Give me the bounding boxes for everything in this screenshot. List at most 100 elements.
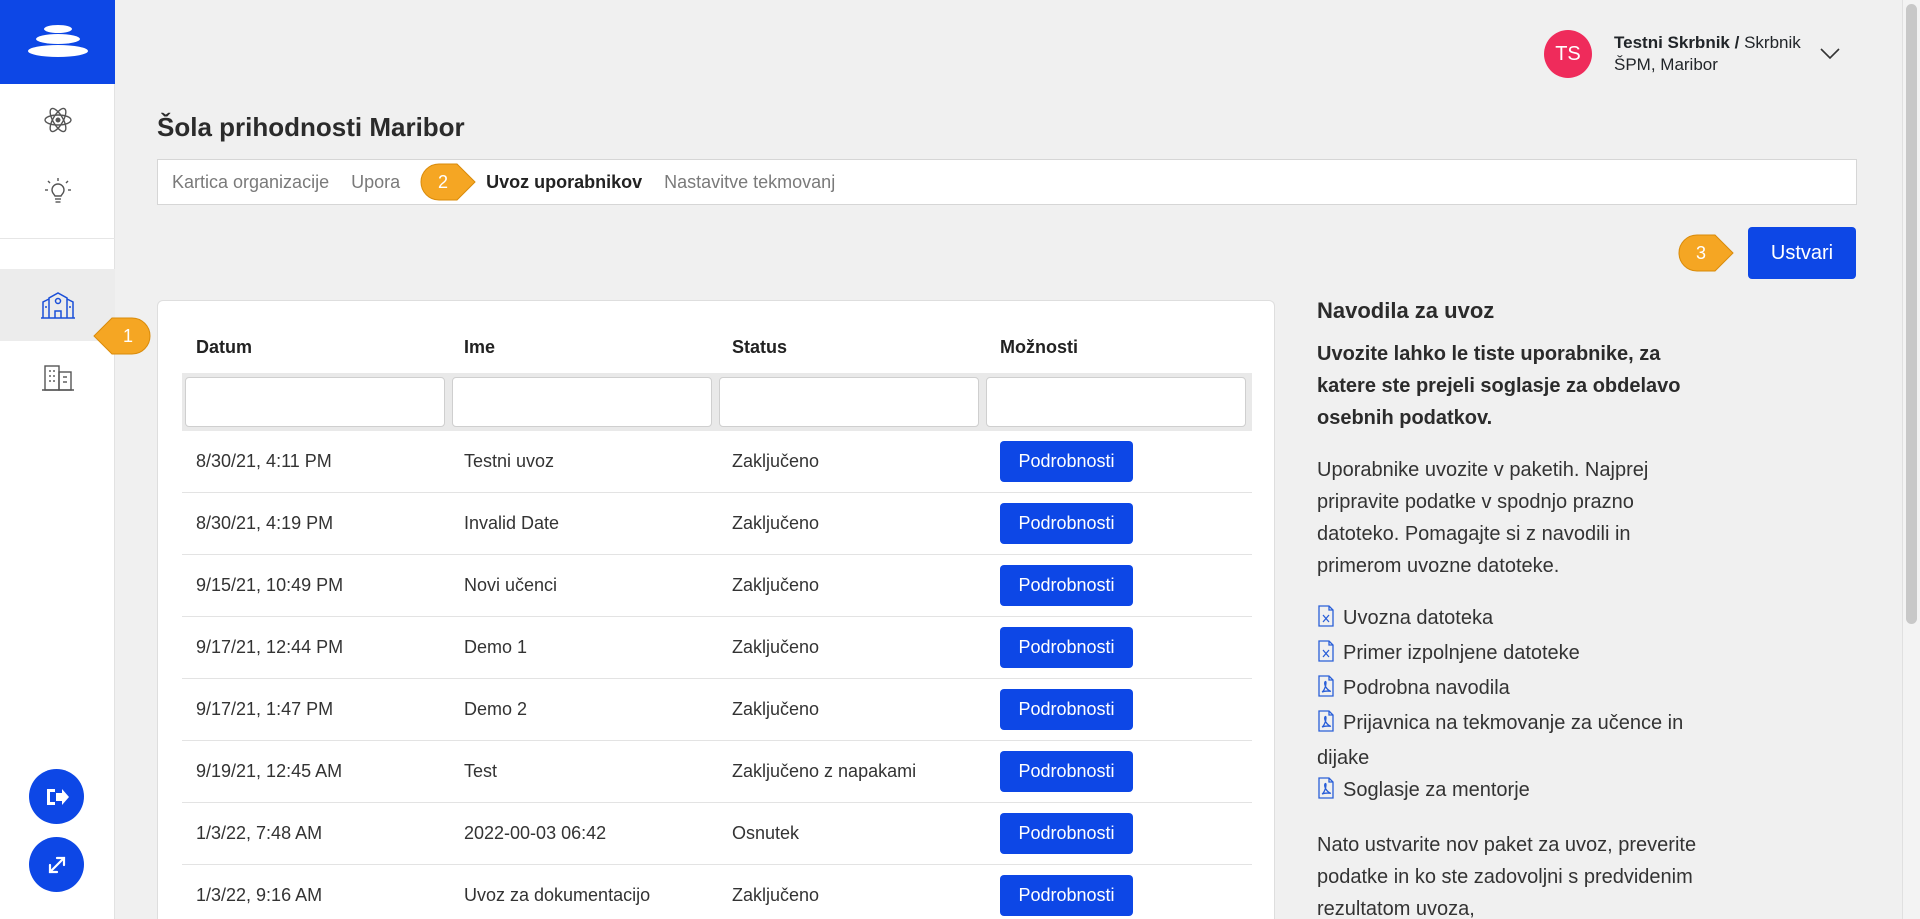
callout-1: 1 — [92, 314, 152, 358]
imports-card: Datum Ime Status Možnosti 8/30/21, 4:11 … — [157, 300, 1275, 919]
tab-competition-settings[interactable]: Nastavitve tekmovanj — [664, 172, 835, 193]
header-status[interactable]: Status — [718, 337, 986, 358]
callout-2-label: 2 — [438, 172, 448, 192]
details-button[interactable]: Podrobnosti — [1000, 503, 1133, 544]
header-name[interactable]: Ime — [450, 337, 718, 358]
page-scrollbar[interactable] — [1902, 0, 1920, 919]
row-date: 9/15/21, 10:49 PM — [196, 575, 344, 595]
details-button[interactable]: Podrobnosti — [1000, 813, 1133, 854]
import-instructions: Navodila za uvoz Uvozite lahko le tiste … — [1317, 298, 1707, 919]
row-status: Zaključeno — [732, 575, 820, 595]
file-list: Uvozna datoteka Primer izpolnjene datotek… — [1317, 602, 1707, 809]
row-options: Podrobnosti — [986, 503, 1252, 544]
filter-name-input[interactable] — [452, 377, 712, 427]
table-row: 9/17/21, 12:44 PM Demo 1 Zaključeno Podrobn… — [182, 617, 1252, 679]
tab-bar: Kartica organizacije Upora Uvoz uporabni… — [157, 159, 1857, 205]
tab-organization-card[interactable]: Kartica organizacije — [172, 172, 329, 193]
row-status: Zaključeno — [732, 637, 820, 657]
filter-row — [182, 373, 1252, 431]
filter-date-input[interactable] — [185, 377, 445, 427]
file-link-label[interactable]: Primer izpolnjene datoteke — [1343, 642, 1580, 664]
table-row: 8/30/21, 4:19 PM Invalid Date Zaključeno Po… — [182, 493, 1252, 555]
pdf-file-icon — [1317, 675, 1335, 707]
sidebar-divider — [0, 238, 115, 239]
buildings-icon — [41, 365, 74, 391]
row-date: 8/30/21, 4:11 PM — [196, 451, 332, 471]
atom-icon — [43, 107, 72, 133]
table-row: 1/3/22, 7:48 AM 2022-00-03 06:42 Osnutek Po… — [182, 803, 1252, 865]
create-button[interactable]: Ustvari — [1748, 227, 1856, 279]
details-button[interactable]: Podrobnosti — [1000, 627, 1133, 668]
row-name: Invalid Date — [464, 513, 560, 533]
row-options: Podrobnosti — [986, 813, 1252, 854]
callout-1-label: 1 — [123, 326, 133, 346]
sidebar-item-atom[interactable] — [0, 84, 115, 156]
row-date: 8/30/21, 4:19 PM — [196, 513, 334, 533]
row-date: 9/17/21, 12:44 PM — [196, 637, 344, 657]
scrollbar-thumb[interactable] — [1906, 4, 1917, 624]
row-status: Osnutek — [732, 823, 800, 843]
tab-users[interactable]: Upora — [351, 172, 400, 193]
logo-icon — [27, 25, 88, 57]
filter-options-input[interactable] — [986, 377, 1246, 427]
callout-2: 2 — [417, 160, 477, 204]
imports-table: Datum Ime Status Možnosti 8/30/21, 4:11 … — [182, 321, 1252, 919]
table-row: 8/30/21, 4:11 PM Testni uvoz Zaključeno Pod… — [182, 431, 1252, 493]
table-header: Datum Ime Status Možnosti — [182, 321, 1252, 373]
fullscreen-button[interactable] — [29, 837, 84, 892]
avatar: TS — [1544, 30, 1592, 78]
details-button[interactable]: Podrobnosti — [1000, 875, 1133, 916]
callout-3: 3 — [1675, 231, 1735, 275]
app-logo[interactable] — [0, 0, 115, 84]
school-icon — [40, 292, 75, 319]
file-link[interactable]: Primer izpolnjene datoteke — [1317, 637, 1707, 672]
user-menu[interactable]: TS Testni Skrbnik / Skrbnik ŠPM, Maribor — [1544, 30, 1841, 78]
filter-status-input[interactable] — [719, 377, 979, 427]
sidebar — [0, 0, 115, 919]
row-status: Zaključeno — [732, 451, 820, 471]
row-status: Zaključeno — [732, 699, 820, 719]
header-date[interactable]: Datum — [182, 337, 450, 358]
row-name: Demo 2 — [464, 699, 528, 719]
pdf-file-icon — [1317, 777, 1335, 809]
details-button[interactable]: Podrobnosti — [1000, 689, 1133, 730]
user-name: Testni Skrbnik — [1614, 33, 1730, 52]
user-separator: / — [1729, 33, 1745, 52]
row-name: Demo 1 — [464, 637, 528, 657]
file-link-label[interactable]: Podrobna navodila — [1343, 677, 1510, 699]
lightbulb-icon — [44, 178, 71, 203]
details-button[interactable]: Podrobnosti — [1000, 441, 1133, 482]
file-link-label[interactable]: Soglasje za mentorje — [1343, 779, 1530, 801]
tab-user-import[interactable]: Uvoz uporabnikov — [486, 172, 642, 193]
row-name: 2022-00-03 06:42 — [464, 823, 607, 843]
row-name: Testni uvoz — [464, 451, 555, 471]
row-options: Podrobnosti — [986, 751, 1252, 792]
user-info: Testni Skrbnik / Skrbnik ŠPM, Maribor — [1614, 32, 1801, 76]
row-options: Podrobnosti — [986, 875, 1252, 916]
excel-file-icon — [1317, 640, 1335, 672]
instructions-paragraph-1: Uporabnike uvozite v paketih. Najprej pr… — [1317, 459, 1649, 577]
file-link[interactable]: Prijavnica na tekmovanje za učence in di… — [1317, 707, 1707, 774]
row-date: 1/3/22, 7:48 AM — [196, 823, 323, 843]
sidebar-item-ideas[interactable] — [0, 156, 115, 228]
file-link-label[interactable]: Prijavnica na tekmovanje za učence in di… — [1317, 712, 1683, 769]
instructions-title: Navodila za uvoz — [1317, 298, 1495, 323]
user-org: ŠPM, Maribor — [1614, 55, 1718, 74]
row-date: 1/3/22, 9:16 AM — [196, 885, 323, 905]
file-link-label[interactable]: Uvozna datoteka — [1343, 607, 1493, 629]
table-row: 9/19/21, 12:45 AM Test Zaključeno z napaka… — [182, 741, 1252, 803]
file-link[interactable]: Uvozna datoteka — [1317, 602, 1707, 637]
chevron-down-icon[interactable] — [1819, 47, 1841, 61]
table-row: 9/15/21, 10:49 PM Novi učenci Zaključeno Po… — [182, 555, 1252, 617]
details-button[interactable]: Podrobnosti — [1000, 565, 1133, 606]
row-date: 9/19/21, 12:45 AM — [196, 761, 343, 781]
page-title: Šola prihodnosti Maribor — [157, 112, 465, 142]
row-name: Uvoz za dokumentacijo — [464, 885, 651, 905]
row-name: Novi učenci — [464, 575, 558, 595]
instructions-lead: Uvozite lahko le tiste uporabnike, za ka… — [1317, 343, 1681, 429]
file-link[interactable]: Soglasje za mentorje — [1317, 774, 1707, 809]
file-link[interactable]: Podrobna navodila — [1317, 672, 1707, 707]
logout-icon — [46, 788, 69, 805]
logout-button[interactable] — [29, 769, 84, 824]
details-button[interactable]: Podrobnosti — [1000, 751, 1133, 792]
